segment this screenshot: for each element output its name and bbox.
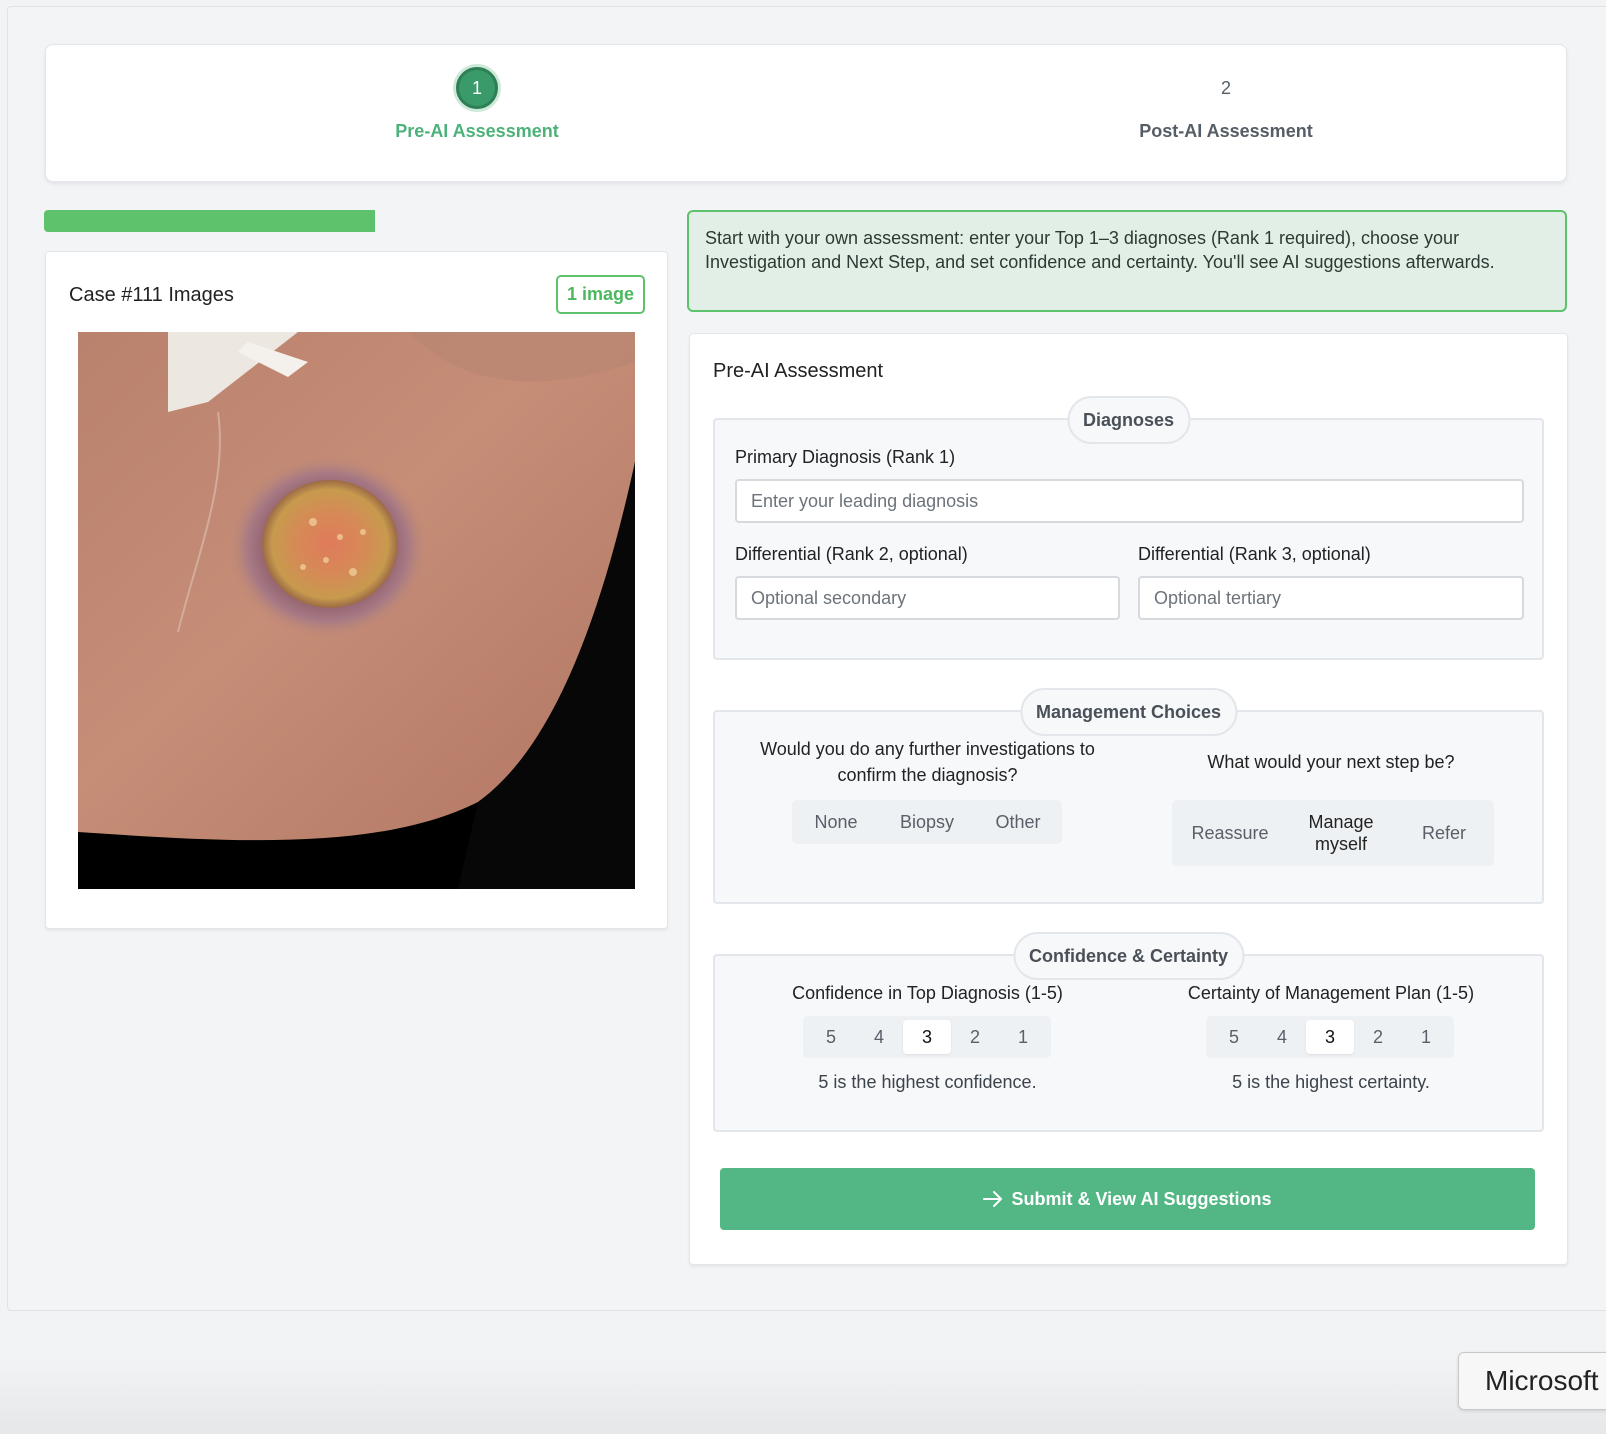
instruction-banner: Start with your own assessment: enter yo…: [687, 210, 1567, 312]
confidence-option-5[interactable]: 5: [807, 1020, 855, 1054]
step-indicator: 1 Pre-AI Assessment 2 Post-AI Assessment: [45, 44, 1567, 182]
step-number-active: 1: [456, 67, 498, 109]
management-legend: Management Choices: [1019, 688, 1238, 736]
certainty-option-4[interactable]: 4: [1258, 1020, 1306, 1054]
microsoft-chip[interactable]: Microsoft: [1458, 1352, 1606, 1410]
step-pre-ai[interactable]: 1 Pre-AI Assessment: [277, 45, 677, 142]
confidence-rating-group: 5 4 3 2 1: [803, 1016, 1051, 1058]
confidence-option-1[interactable]: 1: [999, 1020, 1047, 1054]
certainty-label: Certainty of Management Plan (1-5): [1187, 983, 1475, 1003]
progress-fill: [44, 210, 376, 232]
next-step-refer-option[interactable]: Refer: [1398, 822, 1490, 844]
case-images-title: Case #111 Images: [69, 284, 234, 306]
skin-lesion-image: [78, 332, 635, 889]
certainty-option-1[interactable]: 1: [1402, 1020, 1450, 1054]
certainty-rating-group: 5 4 3 2 1: [1206, 1016, 1454, 1058]
certainty-hint: 5 is the highest certainty.: [1232, 1072, 1430, 1092]
investigation-none-option[interactable]: None: [794, 811, 878, 833]
submit-view-ai-button[interactable]: Submit & View AI Suggestions: [720, 1168, 1535, 1230]
pre-ai-assessment-card: Pre-AI Assessment Diagnoses Primary Diag…: [689, 333, 1568, 1265]
confidence-hint: 5 is the highest confidence.: [818, 1072, 1037, 1092]
arrow-right-icon: [983, 1191, 1003, 1207]
confidence-legend: Confidence & Certainty: [1012, 932, 1245, 980]
certainty-option-5[interactable]: 5: [1210, 1020, 1258, 1054]
case-images-card: Case #111 Images 1 image: [45, 251, 668, 929]
assessment-title: Pre-AI Assessment: [713, 360, 884, 382]
case-photo[interactable]: [78, 332, 635, 889]
investigation-biopsy-option[interactable]: Biopsy: [878, 811, 976, 833]
diagnoses-fieldset: Diagnoses Primary Diagnosis (Rank 1) Dif…: [713, 396, 1544, 660]
step-label: Post-AI Assessment: [1139, 121, 1313, 141]
investigation-question: Would you do any further investigations …: [760, 739, 1095, 785]
certainty-option-3[interactable]: 3: [1306, 1020, 1354, 1054]
confidence-option-3[interactable]: 3: [903, 1020, 951, 1054]
rank3-label: Differential (Rank 3, optional): [1138, 544, 1371, 564]
next-step-manage-myself-option[interactable]: Manage myself: [1284, 811, 1398, 855]
bottom-area: [0, 1360, 1606, 1434]
confidence-option-2[interactable]: 2: [951, 1020, 999, 1054]
primary-diagnosis-label: Primary Diagnosis (Rank 1): [735, 447, 956, 467]
diagnoses-legend: Diagnoses: [1066, 396, 1191, 444]
investigation-options: None Biopsy Other: [792, 800, 1062, 844]
step-post-ai[interactable]: 2 Post-AI Assessment: [1026, 45, 1426, 142]
confidence-fieldset: Confidence & Certainty Confidence in Top…: [713, 932, 1544, 1132]
submit-label: Submit & View AI Suggestions: [1011, 1188, 1272, 1209]
confidence-option-4[interactable]: 4: [855, 1020, 903, 1054]
next-step-reassure-option[interactable]: Reassure: [1176, 822, 1284, 844]
rank2-diagnosis-input[interactable]: [735, 576, 1120, 620]
image-count-badge: 1 image: [555, 275, 645, 314]
management-fieldset: Management Choices Would you do any furt…: [713, 688, 1544, 904]
step-number: 2: [1220, 78, 1231, 98]
certainty-option-2[interactable]: 2: [1354, 1020, 1402, 1054]
step-label: Pre-AI Assessment: [395, 121, 559, 141]
rank3-diagnosis-input[interactable]: [1138, 576, 1524, 620]
primary-diagnosis-input[interactable]: [735, 479, 1524, 523]
investigation-other-option[interactable]: Other: [976, 811, 1060, 833]
confidence-label: Confidence in Top Diagnosis (1-5): [792, 983, 1063, 1003]
progress-bar: [44, 210, 669, 232]
rank2-label: Differential (Rank 2, optional): [735, 544, 968, 564]
next-step-question: What would your next step be?: [1207, 752, 1455, 772]
next-step-options: Reassure Manage myself Refer: [1172, 800, 1494, 866]
